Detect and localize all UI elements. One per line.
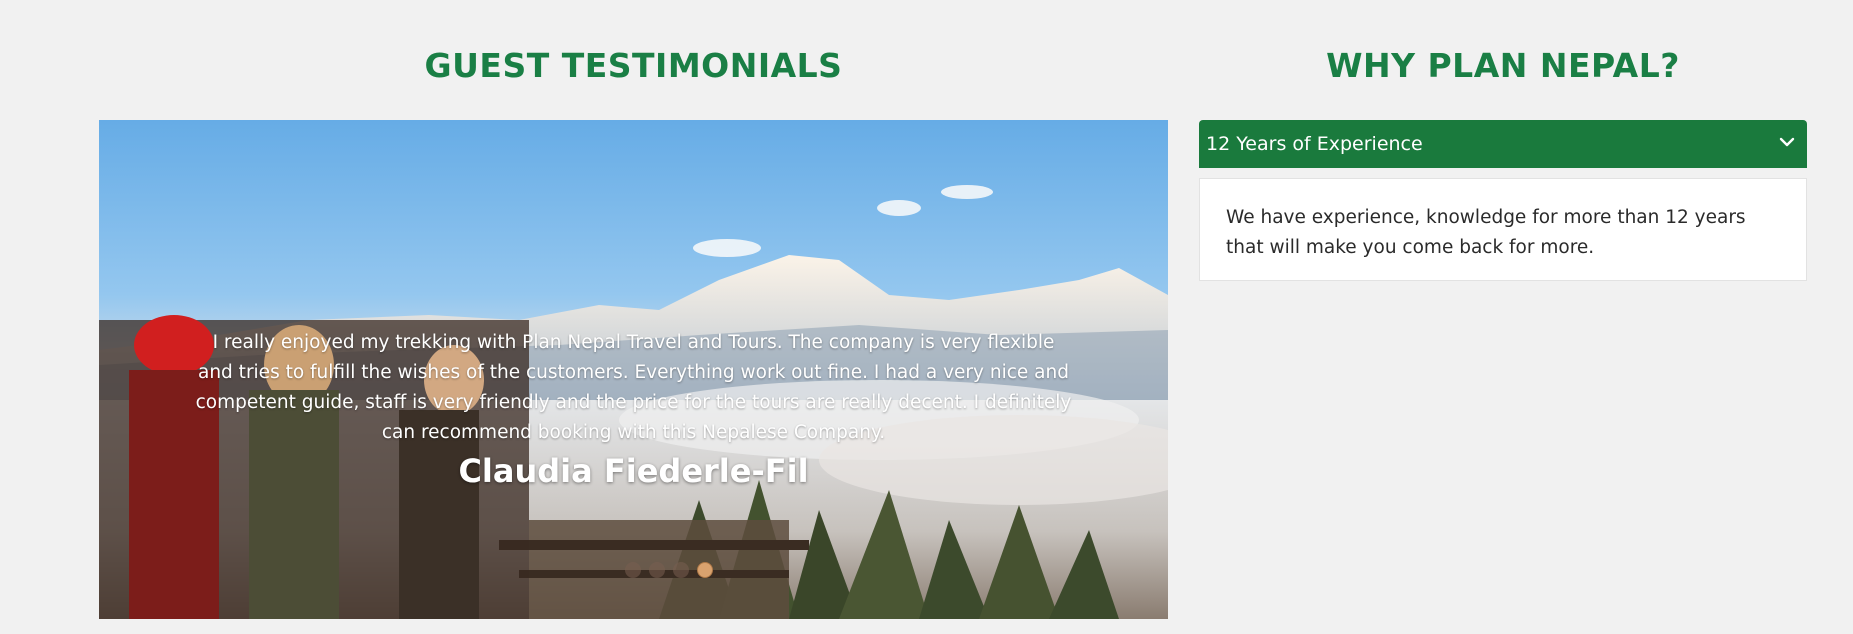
carousel-indicator-2[interactable] xyxy=(648,562,665,578)
accordion-body-text: We have experience, knowledge for more t… xyxy=(1226,207,1746,258)
accordion-header-label: 12 Years of Experience xyxy=(1206,133,1423,155)
accordion-body-experience: We have experience, knowledge for more t… xyxy=(1199,178,1807,281)
testimonials-title: GUEST TESTIMONIALS xyxy=(424,46,843,85)
carousel-indicator-4-active[interactable] xyxy=(696,562,713,578)
carousel-indicator-1[interactable] xyxy=(624,562,641,578)
chevron-down-icon xyxy=(1779,137,1795,147)
testimonial-caption: I really enjoyed my trekking with Plan N… xyxy=(99,328,1168,490)
testimonial-author: Claudia Fiederle-Fil xyxy=(458,452,809,490)
testimonial-quote: I really enjoyed my trekking with Plan N… xyxy=(195,332,1072,443)
why-plan-nepal-title: WHY PLAN NEPAL? xyxy=(1326,46,1680,85)
carousel-indicators xyxy=(99,562,1168,578)
testimonial-carousel[interactable]: I really enjoyed my trekking with Plan N… xyxy=(99,120,1168,619)
accordion-header-experience[interactable]: 12 Years of Experience xyxy=(1199,120,1807,168)
carousel-indicator-3[interactable] xyxy=(672,562,689,578)
